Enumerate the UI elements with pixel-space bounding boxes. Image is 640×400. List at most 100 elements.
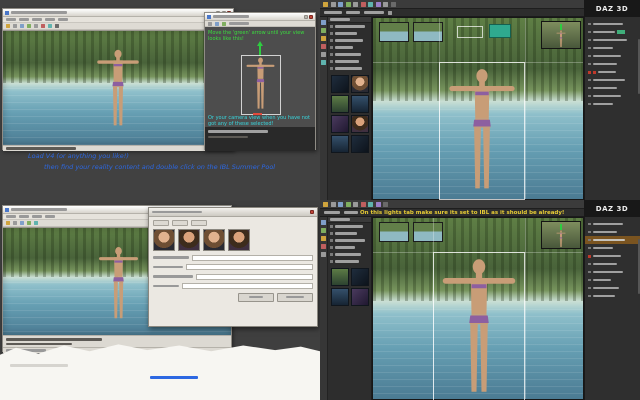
cancel-button[interactable] [277,292,313,302]
close-button[interactable] [310,210,314,214]
delete-icon[interactable] [360,201,366,207]
camera-icon[interactable] [27,221,31,225]
open-icon[interactable] [6,24,10,28]
scene-tree-item[interactable] [585,44,640,52]
tab-skeleton[interactable] [324,11,342,14]
scale-tool-icon[interactable] [321,44,326,49]
content-tree-item[interactable] [328,223,371,230]
content-tree-item[interactable] [328,65,371,72]
content-tree-item[interactable] [328,244,371,251]
link-text-skeleton[interactable] [150,376,198,379]
camera-tool-icon[interactable] [321,52,326,57]
save-icon[interactable] [13,24,17,28]
camera-icon[interactable] [27,24,31,28]
content-thumbnail[interactable] [351,268,369,286]
text-field[interactable] [186,264,313,270]
zoom-icon[interactable] [34,221,38,225]
content-thumbnail[interactable] [331,135,349,153]
content-thumbnail[interactable] [331,115,349,133]
preset-thumbnail[interactable] [153,229,175,251]
scene-tree-item[interactable] [585,84,640,92]
open-icon[interactable] [323,201,328,207]
tool-icon[interactable] [222,21,226,26]
tab-skeleton[interactable] [344,211,358,214]
panel-tree-item[interactable] [585,220,640,228]
panel-tree-item[interactable] [585,276,640,284]
scene-tree-item[interactable] [585,36,640,44]
scene-tree-item[interactable] [585,68,640,76]
preset-thumbnail[interactable] [228,229,250,251]
node-icon[interactable] [345,1,351,7]
content-thumbnail[interactable] [351,288,369,306]
select-tool-icon[interactable] [321,220,326,225]
main-viewport[interactable] [372,217,584,400]
scale-icon[interactable] [375,201,381,207]
content-tree-item[interactable] [328,230,371,237]
content-tree-item[interactable] [328,23,371,30]
tab-skeleton[interactable] [364,11,384,14]
content-tree-item[interactable] [328,37,371,44]
scene-tree-item[interactable] [585,100,640,108]
content-tree-item[interactable] [328,251,371,258]
content-thumbnail[interactable] [351,135,369,153]
content-thumbnail[interactable] [351,95,369,113]
content-thumbnail[interactable] [351,115,369,133]
rotate-icon[interactable] [368,201,373,207]
panel-tree-item[interactable] [585,228,640,236]
scene-tree-item[interactable] [585,92,640,100]
scene-preview-thumbnail[interactable] [379,222,409,242]
figure-v4[interactable] [446,68,518,194]
render-window-titlebar[interactable] [3,9,233,17]
panel-tree-item[interactable] [585,284,640,292]
tool-icon[interactable] [215,21,219,26]
content-thumbnail[interactable] [331,268,349,286]
tab-skeleton[interactable] [346,11,360,14]
render-icon[interactable] [20,221,24,225]
scene-preview-thumbnail[interactable] [413,222,443,242]
node-icon[interactable] [345,201,351,207]
preset-thumbnail[interactable] [178,229,200,251]
content-tree-item[interactable] [328,237,371,244]
aux-viewport[interactable] [541,221,581,249]
panel-tree-item[interactable] [585,260,640,268]
viewport-canvas[interactable]: Move the 'green' arrow until your view l… [205,27,315,127]
render-icon[interactable] [390,1,396,7]
content-tree-item[interactable] [328,30,371,37]
save-icon[interactable] [330,1,336,7]
minimize-button[interactable] [303,14,308,19]
ok-button[interactable] [238,292,274,302]
panel-tree-item[interactable] [585,292,640,300]
content-tree-item[interactable] [328,44,371,51]
content-thumbnail[interactable] [331,95,349,113]
scene-tree-item[interactable] [585,28,640,36]
rotate-tool-icon[interactable] [321,28,326,33]
translate-icon[interactable] [383,1,388,7]
close-button[interactable] [309,14,313,19]
dialog-tab[interactable] [191,220,207,226]
translate-tool-icon[interactable] [321,236,326,241]
delete-icon[interactable] [360,1,366,7]
text-field[interactable] [182,283,313,289]
content-tree-item[interactable] [328,51,371,58]
scene-tree-item[interactable] [585,20,640,28]
undo-icon[interactable] [353,201,358,207]
content-thumbnail[interactable] [331,75,349,93]
view-icon[interactable] [388,10,392,15]
undo-icon[interactable] [353,1,358,7]
figure-v4[interactable] [439,258,519,398]
scene-preview-thumbnail[interactable] [379,22,409,42]
new-icon[interactable] [338,1,343,7]
open-icon[interactable] [6,221,10,225]
content-tree-item[interactable] [328,58,371,65]
viewport-window-titlebar[interactable] [205,13,315,21]
light-tool-icon[interactable] [321,60,326,65]
scene-tree-item[interactable] [585,76,640,84]
scene-tree-item[interactable] [585,60,640,68]
panel-tree-item[interactable] [585,252,640,260]
scene-tree-item[interactable] [585,52,640,60]
render-icon[interactable] [20,24,24,28]
aux-viewport[interactable] [541,21,581,49]
preset-thumbnail[interactable] [203,229,225,251]
translate-tool-icon[interactable] [321,36,326,41]
open-icon[interactable] [323,1,328,7]
